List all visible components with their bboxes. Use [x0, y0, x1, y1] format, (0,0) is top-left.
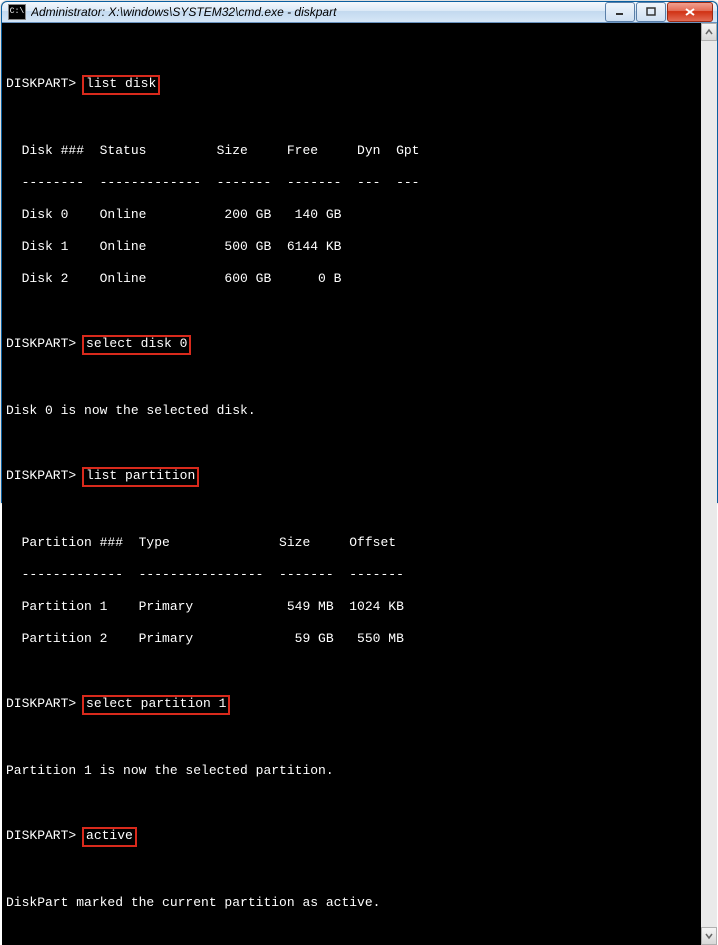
cmd-icon: C:\: [8, 4, 26, 20]
cmd-list-partition: list partition: [82, 467, 199, 487]
blank-line: [6, 303, 713, 319]
minimize-button[interactable]: [605, 2, 635, 22]
cmd-select-partition: select partition 1: [82, 695, 230, 715]
blank-line: [6, 43, 713, 59]
table-row: Partition 2 Primary 59 GB 550 MB: [6, 631, 713, 647]
blank-line: [6, 503, 713, 519]
scroll-track[interactable]: [701, 41, 717, 927]
part-sep: ------------- ---------------- ------- -…: [6, 567, 713, 583]
table-row: Partition 1 Primary 549 MB 1024 KB: [6, 599, 713, 615]
close-button[interactable]: [667, 2, 713, 22]
prompt: DISKPART>: [6, 828, 76, 843]
maximize-icon: [646, 7, 656, 17]
table-row: Disk 0 Online 200 GB 140 GB: [6, 207, 713, 223]
blank-line: [6, 731, 713, 747]
blank-line: [6, 795, 713, 811]
blank-line: [6, 435, 713, 451]
minimize-icon: [615, 7, 625, 17]
terminal-output: DISKPART> list disk Disk ### Status Size…: [2, 23, 717, 945]
table-row: Disk 2 Online 600 GB 0 B: [6, 271, 713, 287]
msg-select-disk: Disk 0 is now the selected disk.: [6, 403, 713, 419]
scroll-down-button[interactable]: [701, 927, 717, 945]
content-wrap: DISKPART> list disk Disk ### Status Size…: [2, 23, 717, 945]
blank-line: [6, 371, 713, 387]
cmd-select-disk: select disk 0: [82, 335, 191, 355]
blank-line: [6, 863, 713, 879]
blank-line: [6, 111, 713, 127]
scroll-up-button[interactable]: [701, 23, 717, 41]
title-bar[interactable]: C:\ Administrator: X:\windows\SYSTEM32\c…: [2, 2, 717, 23]
cmd-active: active: [82, 827, 137, 847]
disk-header: Disk ### Status Size Free Dyn Gpt: [6, 143, 713, 159]
msg-select-partition: Partition 1 is now the selected partitio…: [6, 763, 713, 779]
cmd-list-disk: list disk: [82, 75, 160, 95]
blank-line: [6, 663, 713, 679]
maximize-button[interactable]: [636, 2, 666, 22]
window-title: Administrator: X:\windows\SYSTEM32\cmd.e…: [31, 5, 604, 19]
window-controls: [604, 2, 713, 22]
prompt: DISKPART>: [6, 336, 76, 351]
cmd-window: C:\ Administrator: X:\windows\SYSTEM32\c…: [1, 1, 718, 503]
chevron-up-icon: [705, 28, 713, 36]
part-header: Partition ### Type Size Offset: [6, 535, 713, 551]
chevron-down-icon: [705, 932, 713, 940]
disk-sep: -------- ------------- ------- ------- -…: [6, 175, 713, 191]
prompt: DISKPART>: [6, 696, 76, 711]
table-row: Disk 1 Online 500 GB 6144 KB: [6, 239, 713, 255]
prompt: DISKPART>: [6, 468, 76, 483]
prompt: DISKPART>: [6, 76, 76, 91]
msg-active: DiskPart marked the current partition as…: [6, 895, 713, 911]
vertical-scrollbar[interactable]: [701, 23, 717, 945]
close-icon: [684, 7, 696, 17]
